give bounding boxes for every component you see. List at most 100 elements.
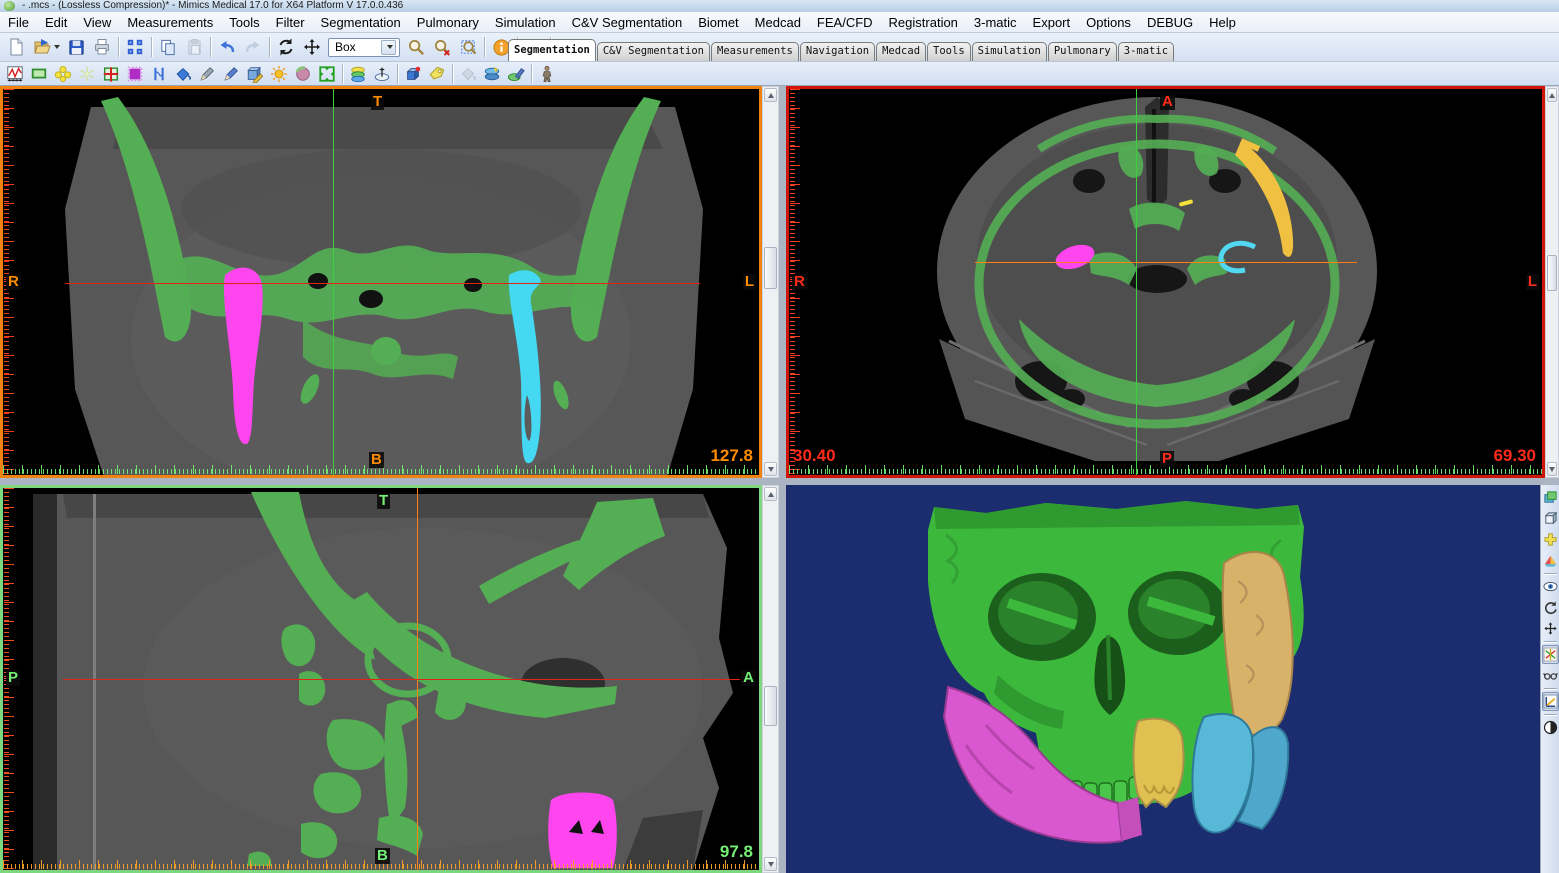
new-document-icon[interactable] [3, 35, 29, 59]
registration-puzzle-icon[interactable] [1542, 530, 1559, 549]
paste-icon[interactable] [181, 35, 207, 59]
view3d-viewport[interactable] [786, 485, 1540, 873]
label-tag-icon[interactable] [425, 63, 449, 84]
calculate-3d-icon[interactable] [401, 63, 425, 84]
sagittal-viewport[interactable]: T B P A 97.8 [0, 485, 762, 873]
print-icon[interactable] [89, 35, 115, 59]
erase-pen-icon[interactable] [195, 63, 219, 84]
menu-medcad[interactable]: Medcad [747, 15, 809, 30]
pyramid-view-icon[interactable] [1542, 551, 1559, 570]
multiple-slice-edit-icon[interactable] [171, 63, 195, 84]
save-icon[interactable] [63, 35, 89, 59]
eye-visibility-icon[interactable] [1542, 577, 1559, 596]
menu-help[interactable]: Help [1201, 15, 1244, 30]
menu-tools[interactable]: Tools [221, 15, 267, 30]
layers-2d3d-icon[interactable] [1542, 488, 1559, 507]
workspace-tabstrip: Segmentation C&V Segmentation Measuremen… [508, 39, 1175, 61]
cavity-fill-icon[interactable] [370, 63, 394, 84]
menu-biomet[interactable]: Biomet [690, 15, 746, 30]
view3d-side-toolbar [1540, 485, 1559, 873]
tab-3matic[interactable]: 3-matic [1118, 42, 1174, 61]
menu-segmentation[interactable]: Segmentation [313, 15, 409, 30]
axial-scroll-up[interactable] [1547, 88, 1557, 102]
region-growing-icon[interactable] [51, 63, 75, 84]
menu-3matic[interactable]: 3-matic [966, 15, 1025, 30]
menu-registration[interactable]: Registration [881, 15, 966, 30]
menu-edit[interactable]: Edit [37, 15, 75, 30]
tab-medcad[interactable]: Medcad [876, 42, 926, 61]
menu-filter[interactable]: Filter [268, 15, 313, 30]
undo-icon[interactable] [214, 35, 240, 59]
coronal-scroll-thumb[interactable] [764, 247, 777, 289]
menu-cv-segmentation[interactable]: C&V Segmentation [564, 15, 691, 30]
axial-ct-image [789, 89, 1542, 475]
split-mask-icon[interactable] [147, 63, 171, 84]
tab-tools[interactable]: Tools [927, 42, 971, 61]
menu-bar: File Edit View Measurements Tools Filter… [0, 12, 1559, 33]
menu-measurements[interactable]: Measurements [119, 15, 221, 30]
calculate-3d-multiple-icon[interactable] [480, 63, 504, 84]
tab-measurements[interactable]: Measurements [711, 42, 799, 61]
axial-scrollbar[interactable] [1545, 86, 1559, 478]
unzoom-icon[interactable] [429, 35, 455, 59]
boolean-operations-icon[interactable] [99, 63, 123, 84]
sagittal-scroll-thumb[interactable] [764, 686, 777, 726]
edit-mask-icon[interactable] [123, 63, 147, 84]
chart-axes-icon[interactable] [1542, 692, 1559, 711]
pan-3d-icon[interactable] [1542, 619, 1559, 638]
zoom-mode-select[interactable]: Box [328, 38, 400, 57]
coronal-ct-image [3, 89, 759, 475]
coronal-scroll-up[interactable] [764, 88, 777, 102]
sagittal-scroll-down[interactable] [764, 857, 777, 871]
draw-pencil-icon[interactable] [219, 63, 243, 84]
crop-mask-icon[interactable] [315, 63, 339, 84]
coronal-viewport[interactable]: T B R L 127.8 [0, 86, 762, 478]
menu-fea-cfd[interactable]: FEA/CFD [809, 15, 881, 30]
snap-grid-icon[interactable] [122, 35, 148, 59]
zoom-mode-dropdown-icon[interactable] [381, 40, 396, 55]
menu-view[interactable]: View [75, 15, 119, 30]
zoom-box-icon[interactable] [455, 35, 481, 59]
sagittal-scroll-up[interactable] [764, 487, 777, 501]
redo-icon[interactable] [240, 35, 266, 59]
menu-file[interactable]: File [0, 15, 37, 30]
tab-segmentation[interactable]: Segmentation [508, 39, 596, 61]
crop-project-icon[interactable] [27, 63, 51, 84]
smart-fill-icon[interactable] [267, 63, 291, 84]
human-model-icon[interactable] [535, 63, 559, 84]
pan-icon[interactable] [299, 35, 325, 59]
axial-viewport[interactable]: A P R L 30.40 69.30 [786, 86, 1545, 478]
tab-simulation[interactable]: Simulation [972, 42, 1047, 61]
tab-navigation[interactable]: Navigation [800, 42, 875, 61]
refresh-icon[interactable] [273, 35, 299, 59]
smooth-3d-icon[interactable] [504, 63, 528, 84]
tab-cv-segmentation[interactable]: C&V Segmentation [597, 42, 710, 61]
open-file-icon[interactable] [29, 35, 63, 59]
stereo-glasses-icon[interactable] [1542, 666, 1559, 685]
contrast-invert-icon[interactable] [1542, 718, 1559, 737]
dynamic-region-growing-icon[interactable] [75, 63, 99, 84]
coronal-scroll-down[interactable] [764, 462, 777, 476]
menu-debug[interactable]: DEBUG [1139, 15, 1201, 30]
menu-pulmonary[interactable]: Pulmonary [409, 15, 487, 30]
menu-options[interactable]: Options [1078, 15, 1139, 30]
thresholding-icon[interactable] [3, 63, 27, 84]
open-file-dropdown-icon[interactable] [54, 45, 60, 49]
cube-view-icon[interactable] [1542, 509, 1559, 528]
menu-simulation[interactable]: Simulation [487, 15, 564, 30]
coronal-scrollbar[interactable] [762, 86, 779, 478]
morphology-icon[interactable] [291, 63, 315, 84]
fill-bucket-disabled-icon[interactable] [456, 63, 480, 84]
tab-pulmonary[interactable]: Pulmonary [1048, 42, 1117, 61]
axes-indicator-icon[interactable] [1542, 645, 1559, 664]
calculate-polylines-icon[interactable] [346, 63, 370, 84]
axial-scroll-down[interactable] [1547, 462, 1557, 476]
menu-export[interactable]: Export [1025, 15, 1079, 30]
sagittal-scrollbar[interactable] [762, 485, 779, 873]
rotate-3d-icon[interactable] [1542, 598, 1559, 617]
axial-scroll-thumb[interactable] [1547, 255, 1557, 291]
zoom-in-icon[interactable] [403, 35, 429, 59]
workspace: T B R L 127.8 [0, 86, 1559, 873]
edit-mask-3d-icon[interactable] [243, 63, 267, 84]
copy-icon[interactable] [155, 35, 181, 59]
